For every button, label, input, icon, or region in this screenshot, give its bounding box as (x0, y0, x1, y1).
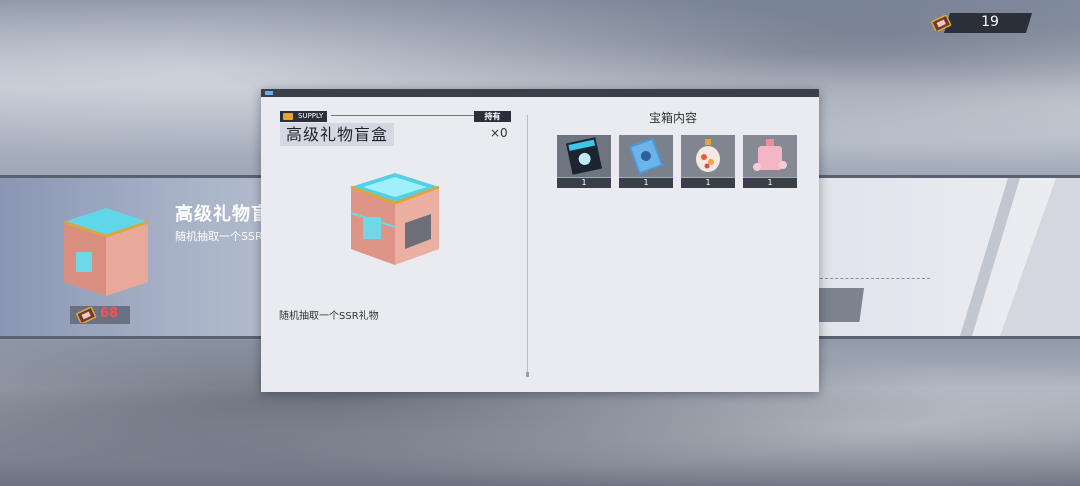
modal-top-bar (261, 89, 819, 97)
perfume-bottle-icon (743, 135, 797, 177)
owned-label: 持有 (474, 111, 511, 122)
content-item[interactable]: 1 (743, 135, 797, 188)
supply-tag: SUPPLY (280, 111, 328, 122)
price-value: 68 (100, 306, 119, 321)
banner-divider (820, 278, 930, 280)
item-quantity: 1 (743, 177, 797, 188)
gift-box-image (350, 173, 440, 265)
divider-end (526, 372, 529, 377)
contents-title: 宝箱内容 (648, 111, 697, 125)
item-detail-modal: SUPPLY 持有 高级礼物盲盒 ×0 随机抽取一个SSR礼物 宝箱内容 1 1 (261, 89, 819, 392)
item-description: 随机抽取一个SSR礼物 (279, 311, 379, 322)
buy-button[interactable] (818, 288, 864, 322)
supply-tag-label: SUPPLY (298, 112, 324, 120)
background-item-title: 高级礼物盲 (175, 204, 270, 225)
content-item[interactable]: 1 (619, 135, 673, 188)
gift-box-icon (63, 208, 149, 296)
background-item-price: 68 (70, 306, 130, 324)
tech-book-icon (557, 135, 611, 177)
ticket-icon (76, 307, 97, 323)
ticket-icon (931, 15, 952, 31)
item-quantity: 1 (681, 177, 735, 188)
item-quantity: 1 (619, 177, 673, 188)
owned-count: ×0 (490, 126, 508, 140)
blue-notebook-icon (619, 135, 673, 177)
content-item[interactable]: 1 (681, 135, 735, 188)
background-item-description: 随机抽取一个SSR (175, 230, 263, 243)
currency-count: 19 (981, 14, 999, 30)
item-quantity: 1 (557, 177, 611, 188)
content-item[interactable]: 1 (557, 135, 611, 188)
window-indicator (265, 91, 273, 95)
box-icon (283, 113, 293, 120)
currency-display: 19 (930, 13, 1032, 33)
section-divider (527, 115, 528, 377)
item-title: 高级礼物盲盒 (280, 123, 395, 146)
candy-jar-icon (681, 135, 735, 177)
